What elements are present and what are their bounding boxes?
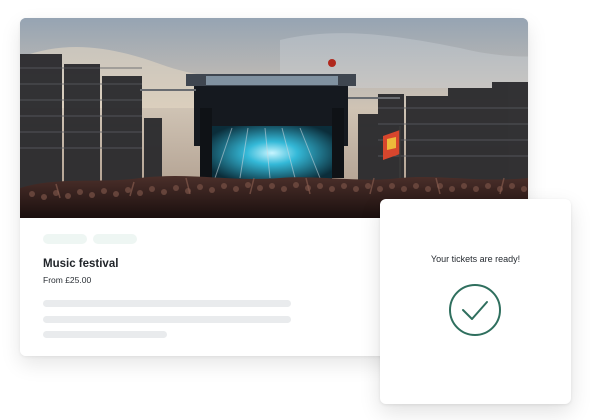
description-placeholder-line-3 [43,331,167,338]
ticket-confirmation-card: Your tickets are ready! [380,199,571,404]
description-placeholder-line-2 [43,316,291,323]
event-title: Music festival [43,258,119,270]
tag-placeholder-2 [93,234,137,244]
description-placeholder-line-1 [43,300,291,307]
tag-placeholder-1 [43,234,87,244]
event-hero-image [20,18,528,218]
event-price: From £25.00 [43,275,92,285]
page: Music festival From £25.00 Your tickets … [0,0,594,420]
ticket-ready-message: Your tickets are ready! [430,254,521,264]
check-circle-icon [448,283,502,337]
